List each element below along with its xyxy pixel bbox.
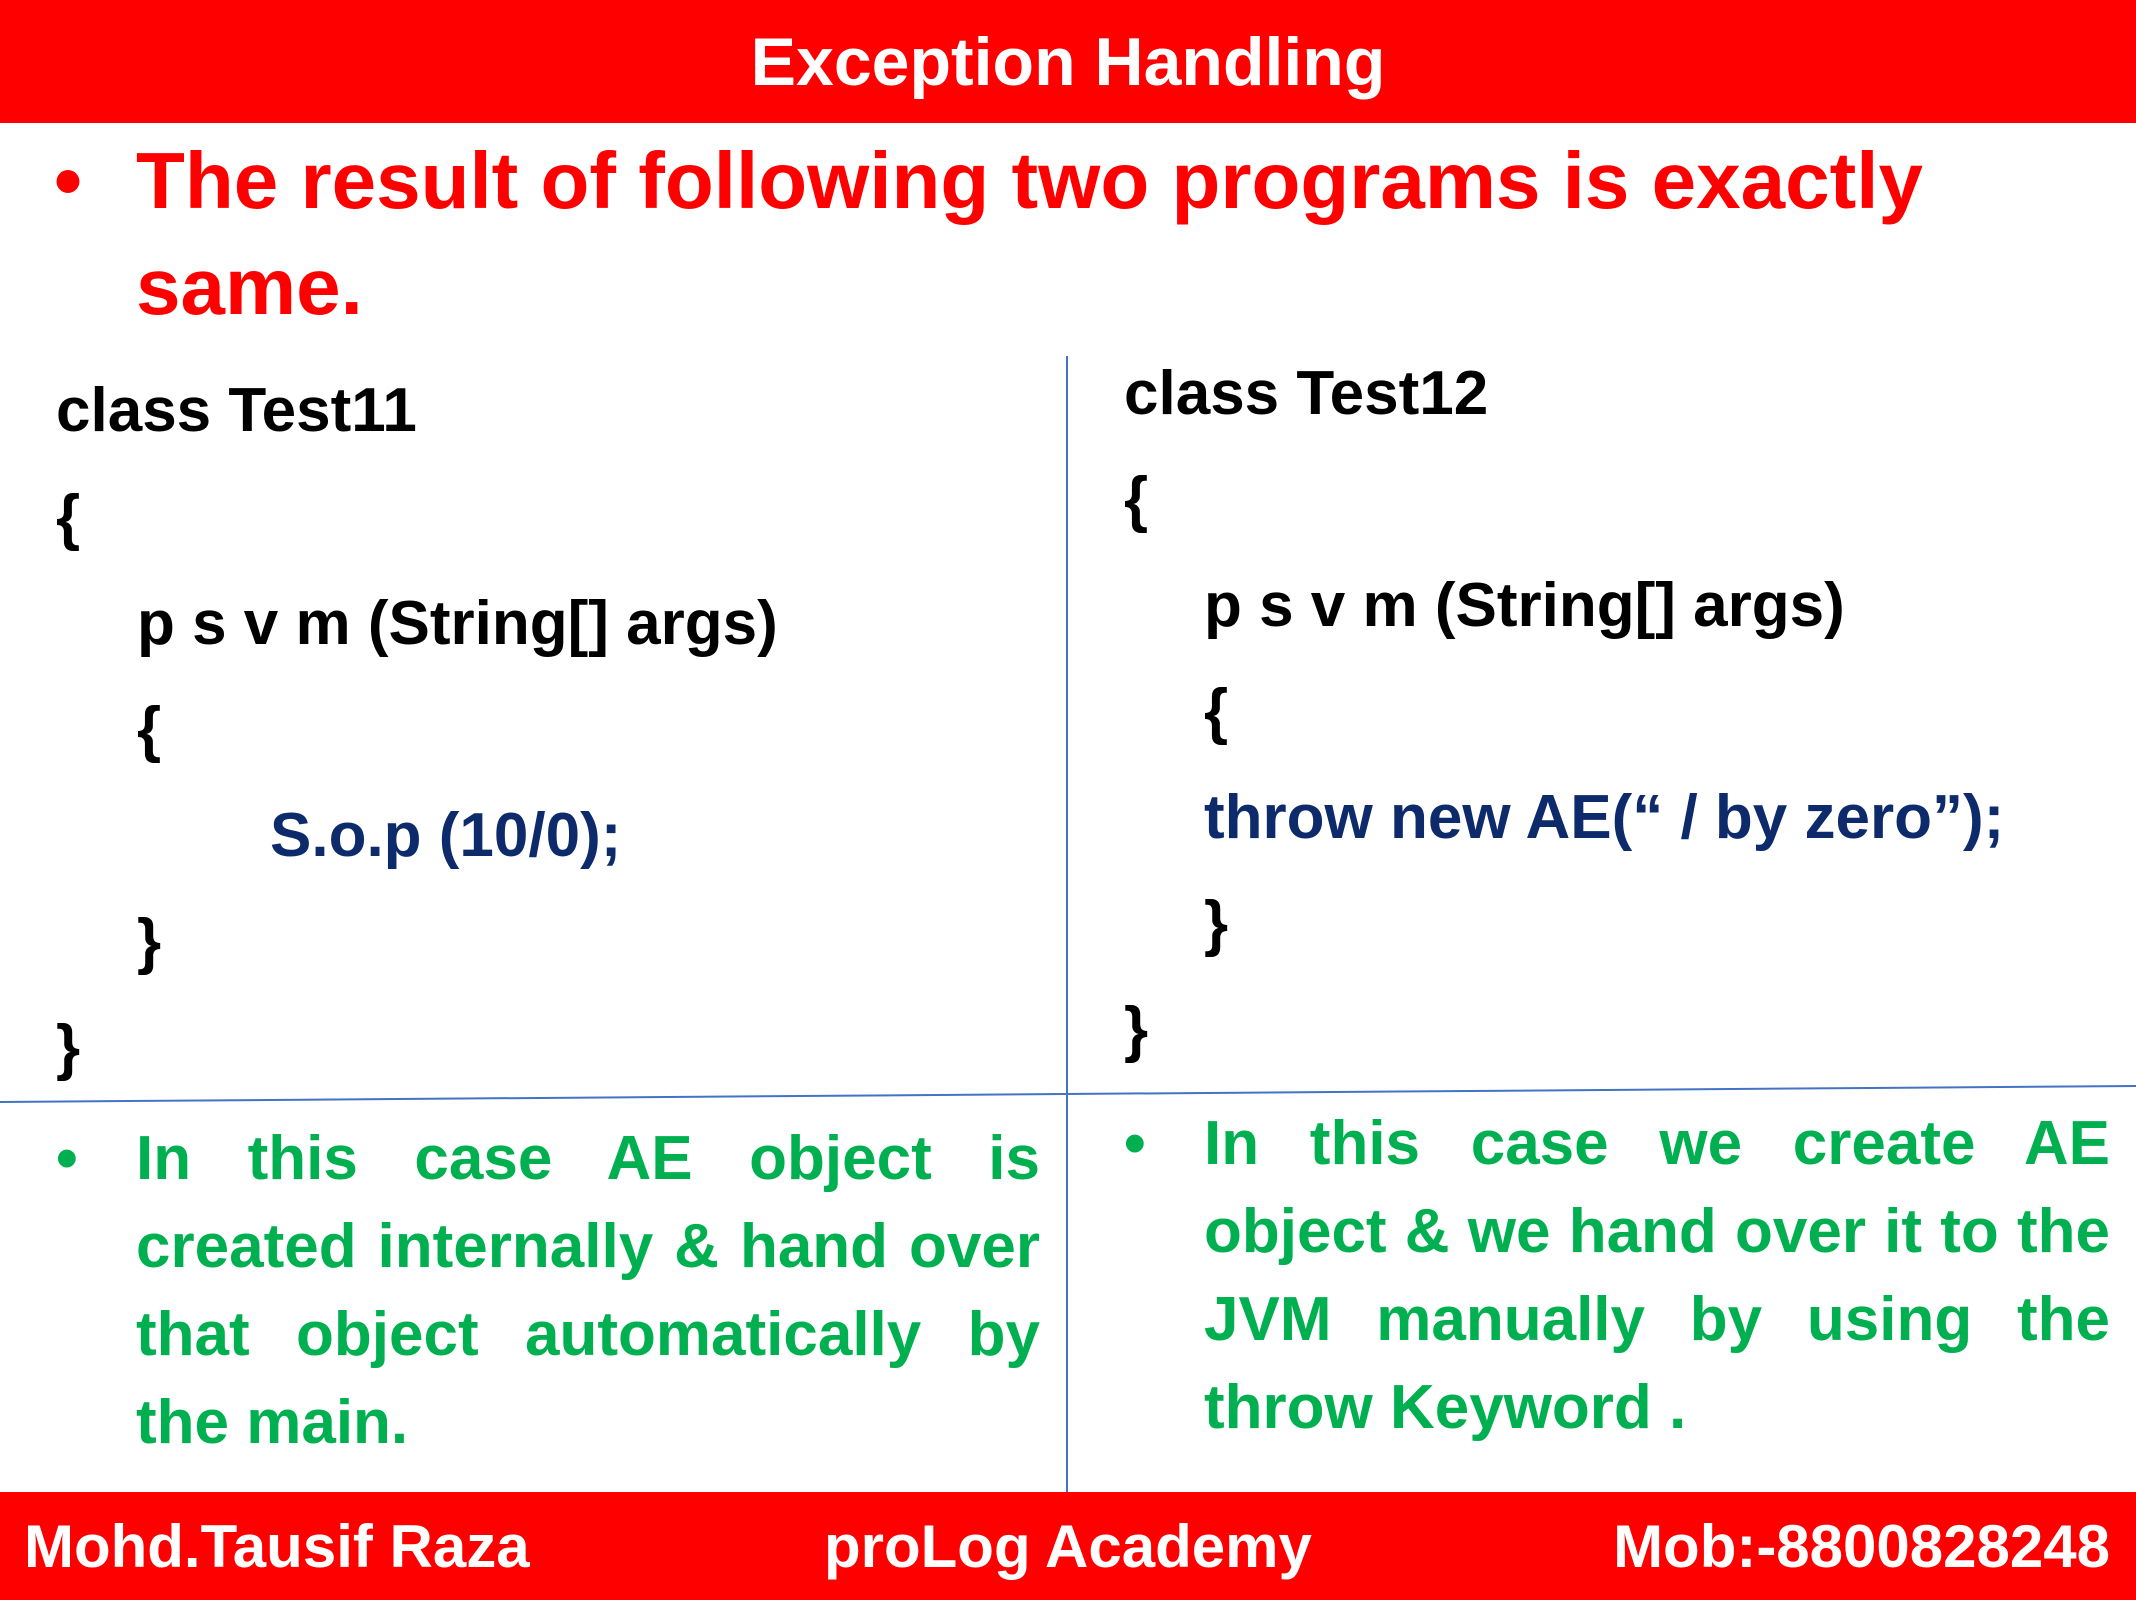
code-line: class Test11 [56,376,417,445]
left-note-text: In this case AE object is created intern… [136,1124,1040,1457]
code-line: { [56,483,81,552]
note-bullet: • [56,1124,78,1193]
footer-author: Mohd.Tausif Raza [24,1513,530,1580]
code-line: class Test12 [1124,359,1489,428]
footer-phone: Mob:-8800828248 [1613,1513,2110,1580]
code-line: } [1124,995,1149,1064]
code-line: } [1204,889,1229,958]
right-note: • In this case we create AE object & we … [1124,1100,2110,1452]
code-line: } [56,1013,81,1082]
code-line: } [137,907,162,976]
code-line-highlight: throw new AE(“ / by zero”); [1204,783,2005,852]
code-line: { [137,695,162,764]
note-bullet: • [1124,1109,1146,1178]
code-line: p s v m (String[] args) [137,589,778,658]
left-note: • In this case AE object is created inte… [56,1115,1040,1467]
code-line-highlight: S.o.p (10/0); [270,801,622,870]
right-note-text: In this case we create AE object & we ha… [1204,1109,2110,1442]
code-line: { [1124,465,1149,534]
footer-academy: proLog Academy [824,1513,1312,1580]
code-line: p s v m (String[] args) [1204,571,1845,640]
code-line: { [1204,677,1229,746]
footer-banner: Mohd.Tausif Raza proLog Academy Mob:-880… [0,1492,2136,1600]
